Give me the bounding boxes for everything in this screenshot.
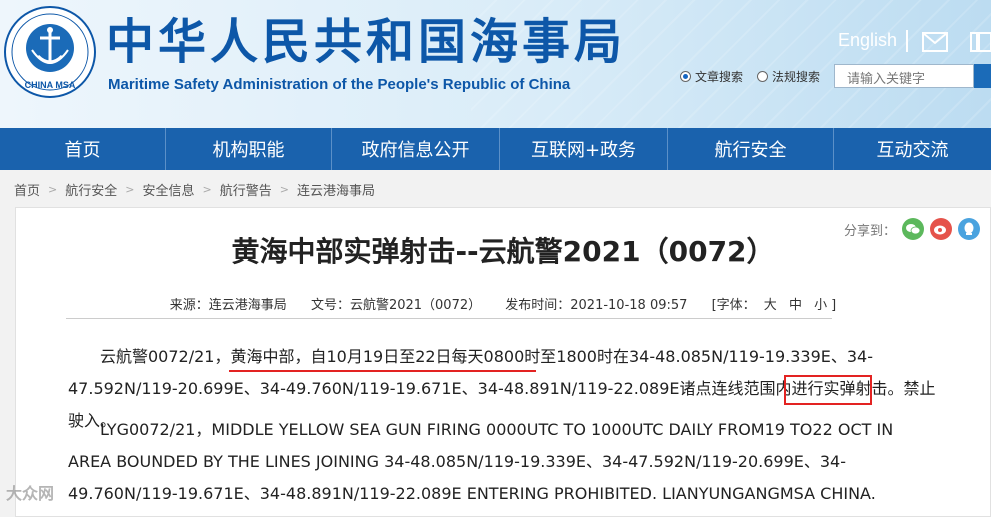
breadcrumb: 首页 > 航行安全 > 安全信息 > 航行警告 > 连云港海事局 [14,180,375,199]
red-box-annotation [784,375,872,405]
header-separator [906,30,908,52]
nav-internet-gov[interactable]: 互联网+政务 [500,128,668,170]
article-meta: 来源：连云港海事局 文号：云航警2021（0072） 发布时间：2021-10-… [16,294,990,313]
site-title-en: Maritime Safety Administration of the Pe… [108,76,571,93]
crumb-nav-warning[interactable]: 航行警告 [220,180,272,199]
radio-law-label[interactable]: 法规搜索 [772,68,820,85]
site-title-cn: 中华人民共和国海事局 [106,14,627,70]
svg-text:CHINA MSA: CHINA MSA [25,80,76,90]
crumb-safety-info[interactable]: 安全信息 [142,180,194,199]
nav-gov-info[interactable]: 政府信息公开 [332,128,500,170]
article-source: 来源：连云港海事局 [169,298,287,313]
font-size-controls: [字体： 大 中 小] [711,298,837,313]
search-button[interactable] [974,64,991,88]
chevron-right-icon: > [279,183,289,196]
article-doc-number: 文号：云航警2021（0072） [310,298,482,313]
nav-home[interactable]: 首页 [0,128,166,170]
red-underline-annotation [229,370,536,372]
article-paragraph-en: LYG0072/21，MIDDLE YELLOW SEA GUN FIRING … [68,420,894,503]
book-icon[interactable] [970,32,991,52]
site-header: CHINA MSA 中华人民共和国海事局 Maritime Safety Adm… [0,0,991,128]
watermark: 大众网 [6,484,55,503]
chevron-right-icon: > [202,183,212,196]
font-small-button[interactable]: 小 [814,298,827,313]
article-panel: 分享到： 黄海中部实弹射击--云航警2021（0072） 来源：连云港海事局 文… [15,207,991,517]
main-nav: 首页 机构职能 政府信息公开 互联网+政务 航行安全 互动交流 [0,128,991,170]
meta-divider [66,318,832,319]
nav-functions[interactable]: 机构职能 [166,128,332,170]
crumb-nav-safety[interactable]: 航行安全 [65,180,117,199]
crumb-home[interactable]: 首页 [14,180,40,199]
search-input[interactable]: 请输入关键字 [834,64,974,88]
chevron-right-icon: > [125,183,135,196]
english-link[interactable]: English [838,30,897,51]
msa-logo-icon[interactable]: CHINA MSA [4,6,96,98]
crumb-lianyungang[interactable]: 连云港海事局 [297,180,375,199]
chevron-right-icon: > [48,183,58,196]
nav-navigation-safety[interactable]: 航行安全 [668,128,834,170]
article-title: 黄海中部实弹射击--云航警2021（0072） [231,235,775,268]
font-large-button[interactable]: 大 [764,298,777,313]
nav-interaction[interactable]: 互动交流 [834,128,991,170]
mail-icon[interactable] [922,32,948,52]
font-medium-button[interactable]: 中 [789,298,802,313]
radio-article-label[interactable]: 文章搜索 [695,68,743,85]
article-date: 发布时间：2021-10-18 09:57 [505,298,688,313]
radio-article-search[interactable] [680,71,691,82]
radio-law-search[interactable] [757,71,769,82]
search-type-options: 文章搜索 法规搜索 [680,68,820,85]
